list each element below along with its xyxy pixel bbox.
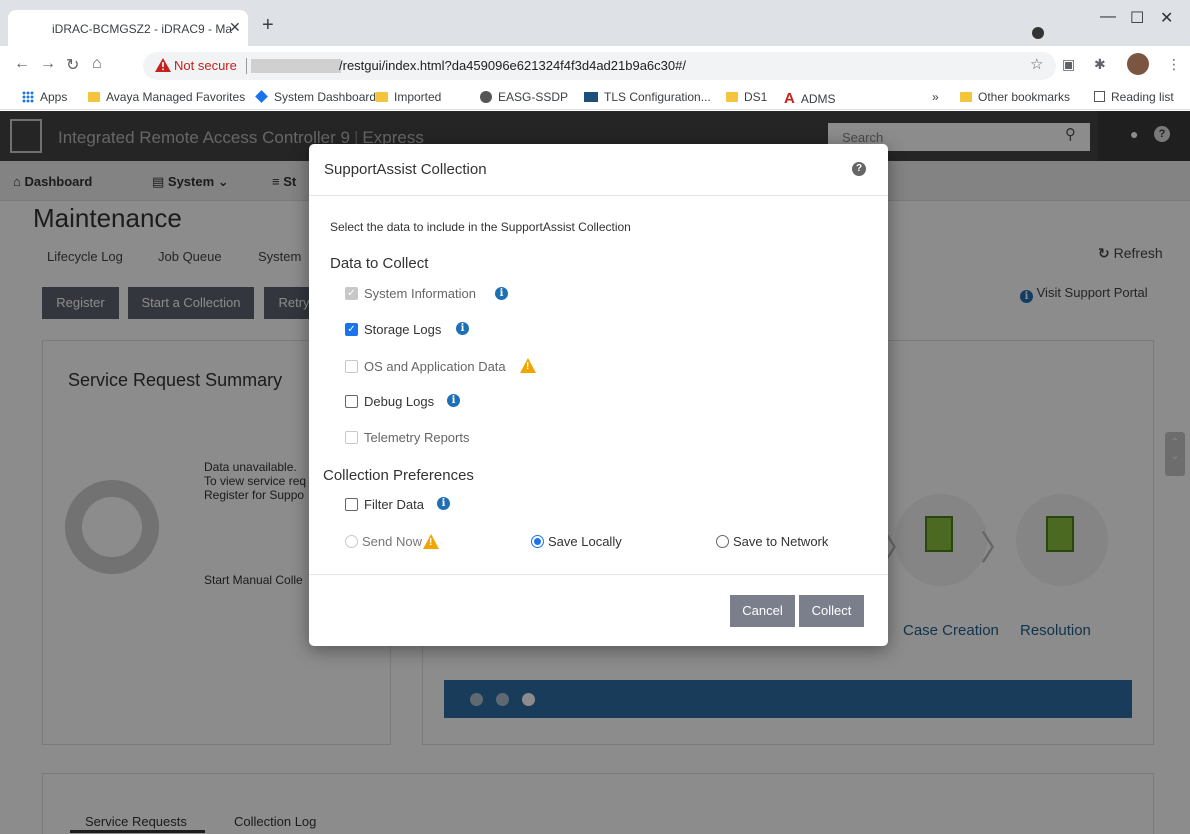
bookmark-avaya[interactable]: Avaya Managed Favorites [88,90,245,104]
telemetry-reports-label: Telemetry Reports [364,430,470,445]
help-icon[interactable]: ? [852,162,866,176]
bookmark-ds1[interactable]: DS1 [726,90,767,104]
os-application-data-label: OS and Application Data [364,359,506,374]
bookmark-adms[interactable]: A ADMS [784,90,836,107]
bookmark-tls-configuration[interactable]: TLS Configuration... [584,90,711,104]
browser-tabstrip: iDRAC-BCMGSZ2 - iDRAC9 - Ma ✕ + — ☐ ✕ [0,0,1190,46]
bookmark-apps[interactable]: Apps [22,90,67,104]
apps-grid-icon [22,91,34,103]
url-separator [246,58,247,74]
collection-preferences-heading: Collection Preferences [323,467,474,484]
browser-tab[interactable]: iDRAC-BCMGSZ2 - iDRAC9 - Ma ✕ [8,10,248,46]
filter-data-checkbox[interactable] [345,498,358,511]
modal-footer-divider [309,574,888,575]
diamond-icon [255,90,268,103]
debug-logs-checkbox[interactable] [345,395,358,408]
folder-icon [960,92,972,102]
bookmark-star-icon[interactable]: ☆ [1030,55,1043,73]
cancel-button[interactable]: Cancel [730,595,795,627]
warning-icon[interactable]: ! [423,534,439,549]
save-to-network-label: Save to Network [733,534,829,549]
reading-list[interactable]: Reading list [1094,90,1174,104]
storage-logs-label: Storage Logs [364,322,442,337]
supportassist-modal: SupportAssist Collection ? Select the da… [309,144,888,646]
address-bar[interactable]: Not secure /restgui/index.html?da459096e… [143,52,1056,80]
os-application-data-checkbox[interactable] [345,360,358,373]
data-to-collect-heading: Data to Collect [330,255,429,272]
folder-icon [726,92,738,102]
system-information-label: System Information [364,286,476,301]
telemetry-reports-checkbox[interactable] [345,431,358,444]
not-secure-warning-icon [155,58,171,72]
warning-icon[interactable]: ! [520,358,536,373]
chrome-menu-icon[interactable]: ⋮ [1167,56,1181,73]
bookmark-other[interactable]: Other bookmarks [960,90,1070,104]
home-icon[interactable]: ⌂ [92,55,102,73]
folder-icon [376,92,388,102]
save-locally-radio[interactable] [531,535,544,548]
new-tab-button[interactable]: + [262,15,274,35]
folder-icon [88,92,100,102]
profile-indicator-icon[interactable] [1032,27,1044,39]
puzzle-extensions-icon[interactable]: ✱ [1094,56,1106,73]
save-locally-label: Save Locally [548,534,622,549]
modal-header: SupportAssist Collection ? [309,144,888,196]
url-text[interactable]: /restgui/index.html?da459096e621324f4f3d… [339,58,686,73]
minimize-icon[interactable]: — [1100,8,1116,26]
bookmarks-overflow[interactable]: » [932,90,939,104]
reload-icon[interactable]: ↻ [66,55,79,75]
reading-list-icon [1094,91,1105,102]
info-icon[interactable]: i [495,287,508,300]
bookmarks-bar: Apps Avaya Managed Favorites System Dash… [0,86,1190,110]
vmware-icon [584,92,598,102]
redacted-host [251,59,341,73]
tab-close-icon[interactable]: ✕ [229,19,241,36]
close-window-icon[interactable]: ✕ [1160,8,1173,28]
info-icon[interactable]: i [437,497,450,510]
send-now-radio[interactable] [345,535,358,548]
info-icon[interactable]: i [456,322,469,335]
back-icon[interactable]: ← [14,55,30,73]
maximize-icon[interactable]: ☐ [1130,8,1144,28]
filter-data-label: Filter Data [364,497,424,512]
not-secure-label[interactable]: Not secure [174,58,237,73]
send-now-label: Send Now [362,534,422,549]
tab-title: iDRAC-BCMGSZ2 - iDRAC9 - Ma [52,22,233,36]
modal-intro: Select the data to include in the Suppor… [330,220,631,234]
debug-logs-label: Debug Logs [364,394,435,409]
globe-icon [480,91,492,103]
tab-favicon [24,21,40,37]
adms-logo-icon: A [784,90,795,107]
bookmark-easg-ssdp[interactable]: EASG-SSDP [480,90,568,104]
storage-logs-checkbox[interactable]: ✓ [345,323,358,336]
save-to-network-radio[interactable] [716,535,729,548]
bookmark-system-dashboard[interactable]: System Dashboard... [255,90,386,104]
user-avatar[interactable] [1127,53,1149,75]
forward-icon[interactable]: → [40,55,56,73]
extension-icon[interactable]: ▣ [1062,56,1075,73]
collect-button[interactable]: Collect [799,595,864,627]
bookmark-imported[interactable]: Imported [376,90,441,104]
browser-toolbar: ← → ↻ ⌂ Not secure /restgui/index.html?d… [0,46,1190,86]
info-icon[interactable]: i [447,394,460,407]
modal-title: SupportAssist Collection [324,161,487,178]
system-information-checkbox[interactable]: ✓ [345,287,358,300]
